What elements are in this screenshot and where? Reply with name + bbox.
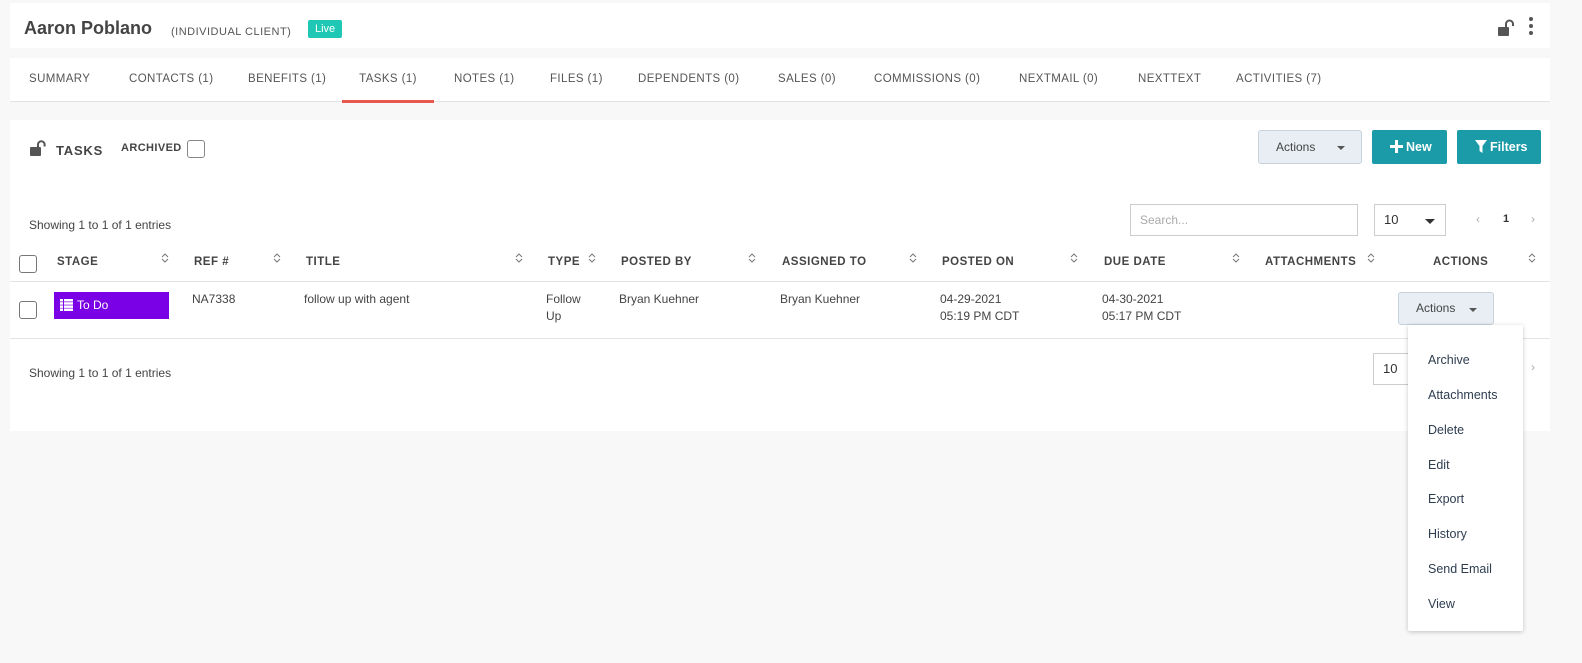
cell-posted-by: Bryan Kuehner [619,292,700,306]
cell-posted-on-time: 05:19 PM CDT [940,309,1020,323]
menu-item-edit[interactable]: Edit [1428,458,1450,472]
col-posted-on[interactable]: POSTED ON [942,256,1014,268]
entries-info-bottom: Showing 1 to 1 of 1 entries [29,366,172,380]
cell-posted-on-date: 04-29-2021 [940,292,1002,306]
sort-icon[interactable] [515,252,523,264]
entries-info: Showing 1 to 1 of 1 entries [29,218,172,232]
row-actions-label: Actions [1416,301,1456,315]
col-ref[interactable]: REF # [194,256,229,268]
status-badge: Live [308,20,343,38]
sort-icon[interactable] [1232,252,1240,264]
sort-icon[interactable] [1070,252,1078,264]
stage-badge[interactable]: To Do [54,292,169,319]
menu-item-history[interactable]: History [1428,527,1467,541]
tab-commissions[interactable]: COMMISSIONS (0) [874,58,980,103]
archived-label: ARCHIVED [121,142,182,154]
pager-next[interactable]: › [1531,212,1535,226]
cell-type: Follow Up [546,291,581,325]
client-header: Aaron Poblano (INDIVIDUAL CLIENT) Live [10,3,1550,48]
sort-icon[interactable] [1367,252,1375,264]
page-size-value: 10 [1384,212,1399,227]
col-assigned-to[interactable]: ASSIGNED TO [782,256,867,268]
tab-contacts[interactable]: CONTACTS (1) [129,58,213,103]
menu-item-attachments[interactable]: Attachments [1428,388,1497,402]
col-type[interactable]: TYPE [548,256,580,268]
menu-item-view[interactable]: View [1428,597,1455,611]
tab-activities[interactable]: ACTIVITIES (7) [1236,58,1321,103]
search-input[interactable] [1130,204,1358,236]
sort-icon[interactable] [161,252,169,264]
tab-dependents[interactable]: DEPENDENTS (0) [638,58,739,103]
col-title[interactable]: TITLE [306,256,340,268]
actions-dropdown-button[interactable]: Actions [1258,130,1362,164]
table-row: To Do NA7338 follow up with agent Follow… [10,282,1550,339]
archived-checkbox[interactable] [187,140,205,158]
cell-due-date-time: 05:17 PM CDT [1102,309,1182,323]
cell-type-line2: Up [546,309,562,323]
sort-icon[interactable] [273,252,281,264]
sort-icon[interactable] [588,252,596,264]
unlock-icon [30,140,46,156]
stage-label: To Do [77,298,109,312]
page-size-value-bottom: 10 [1383,361,1398,376]
sort-icon[interactable] [909,252,917,264]
kebab-menu-icon[interactable] [1526,16,1536,38]
cell-title: follow up with agent [304,292,410,306]
table-header: STAGE REF # TITLE TYPE POSTED BY ASSIGNE… [10,248,1550,282]
caret-down-icon [1425,219,1435,224]
cell-ref: NA7338 [192,292,236,306]
row-actions-button[interactable]: Actions [1398,292,1494,325]
sort-icon[interactable] [748,252,756,264]
tab-notes[interactable]: NOTES (1) [454,58,514,103]
cell-due-date: 04-30-2021 05:17 PM CDT [1102,291,1181,325]
col-posted-by[interactable]: POSTED BY [621,256,692,268]
col-attachments[interactable]: ATTACHMENTS [1265,256,1356,268]
list-icon [60,299,73,311]
tasks-panel: TASKS ARCHIVED Actions New Filters Showi… [10,120,1550,431]
filters-button-label: Filters [1490,140,1528,154]
cell-assigned-to: Bryan Kuehner [780,292,861,306]
menu-item-export[interactable]: Export [1428,492,1464,506]
filters-button[interactable]: Filters [1457,130,1541,164]
new-task-button[interactable]: New [1372,130,1447,164]
new-button-label: New [1406,140,1432,154]
tab-sales[interactable]: SALES (0) [778,58,836,103]
client-type: (INDIVIDUAL CLIENT) [171,26,292,38]
cell-type-line1: Follow [546,292,581,306]
pager-prev[interactable]: ‹ [1476,212,1480,226]
caret-down-icon [1337,146,1345,150]
col-actions: ACTIONS [1433,256,1489,268]
caret-down-icon [1469,308,1477,312]
select-all-checkbox[interactable] [19,255,37,273]
cell-posted-on: 04-29-2021 05:19 PM CDT [940,291,1019,325]
menu-item-delete[interactable]: Delete [1428,423,1464,437]
tab-tasks[interactable]: TASKS (1) [342,58,434,103]
menu-item-send-email[interactable]: Send Email [1428,562,1492,576]
pager-next-bottom[interactable]: › [1531,360,1535,374]
pager-current[interactable]: 1 [1503,213,1509,225]
panel-title: TASKS [56,143,104,158]
plus-icon [1390,140,1403,153]
tab-files[interactable]: FILES (1) [550,58,603,103]
sort-icon[interactable] [1528,252,1536,264]
tab-summary[interactable]: SUMMARY [29,58,90,103]
row-checkbox[interactable] [19,301,37,319]
client-name: Aaron Poblano [24,18,153,38]
col-due-date[interactable]: DUE DATE [1104,256,1166,268]
col-stage[interactable]: STAGE [57,256,98,268]
tab-bar: SUMMARY CONTACTS (1) BENEFITS (1) TASKS … [10,58,1550,103]
unlock-icon[interactable] [1497,19,1515,37]
tab-benefits[interactable]: BENEFITS (1) [248,58,326,103]
tab-nextmail[interactable]: NEXTMAIL (0) [1019,58,1098,103]
tab-nexttext[interactable]: NEXTTEXT [1138,58,1201,103]
row-actions-menu: Archive Attachments Delete Edit Export H… [1408,325,1523,631]
menu-item-archive[interactable]: Archive [1428,353,1470,367]
filter-icon [1475,140,1487,153]
actions-button-label: Actions [1276,140,1316,154]
page-size-select[interactable]: 10 [1374,204,1446,236]
cell-due-date-date: 04-30-2021 [1102,292,1164,306]
